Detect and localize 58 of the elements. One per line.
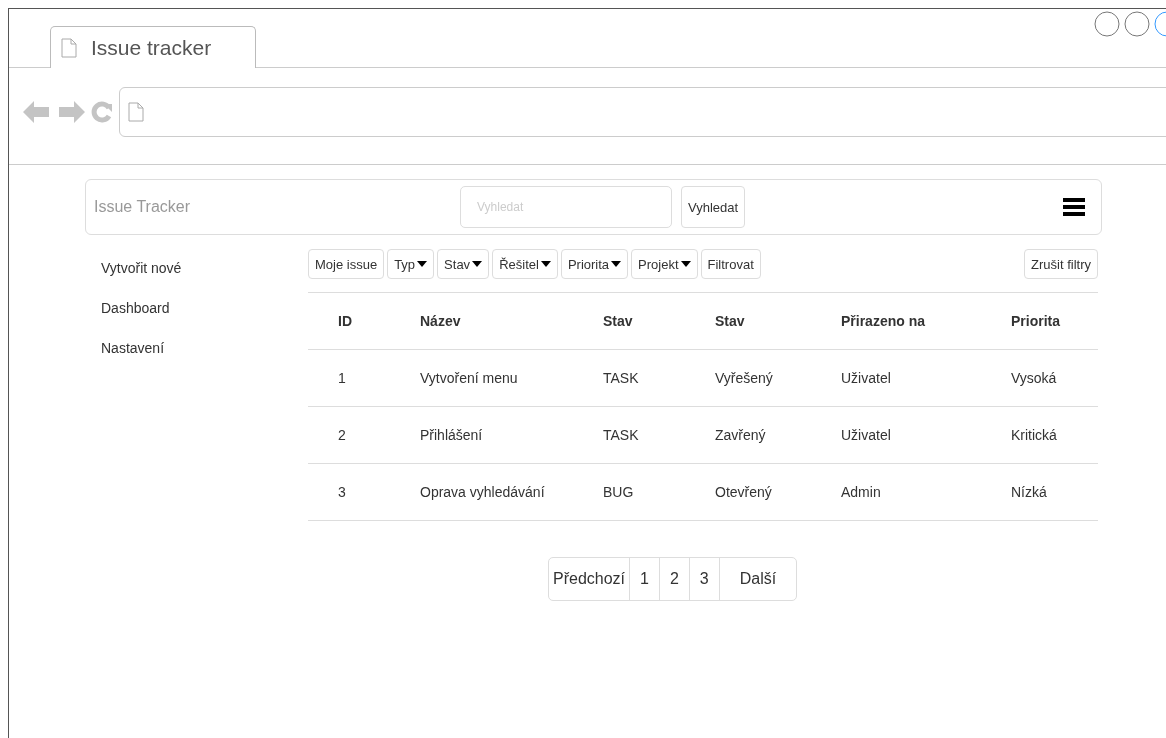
tab-title: Issue tracker (91, 35, 212, 60)
column-header: Priorita (1011, 292, 1098, 350)
table-cell: Zavřený (715, 406, 841, 464)
address-bar[interactable] (119, 87, 1166, 137)
filter-dropdown[interactable]: Projekt (631, 249, 698, 279)
filter-dropdown[interactable]: Stav (437, 249, 490, 279)
caret-icon (417, 261, 428, 267)
table-cell: Kritická (1011, 406, 1098, 464)
table-cell: Vytvoření menu (420, 349, 603, 407)
table-cell: TASK (603, 349, 715, 407)
window-control-icon[interactable] (1094, 11, 1120, 37)
column-header: Přirazeno na (841, 292, 1011, 350)
table-cell: Admin (841, 463, 1011, 521)
caret-icon (611, 261, 622, 267)
window-control-icon[interactable] (1124, 11, 1150, 37)
sidebar-link[interactable]: Dashboard (101, 300, 308, 316)
forward-arrow-icon[interactable] (57, 101, 85, 123)
table-cell: Nízká (1011, 463, 1098, 521)
pagination-link[interactable]: 2 (658, 558, 689, 600)
filter-dropdown[interactable]: Typ (387, 249, 435, 279)
pagination-link[interactable]: 1 (629, 558, 659, 600)
table-cell: Vyřešený (715, 349, 841, 407)
brand-title: Issue Tracker (94, 198, 192, 216)
caret-icon (540, 261, 551, 267)
document-icon (61, 37, 77, 58)
table-cell: Oprava vyhledávání (420, 463, 603, 521)
menu-icon[interactable] (1063, 197, 1085, 217)
column-header: Stav (603, 292, 715, 350)
table-cell: 1 (308, 349, 420, 407)
column-header: ID (308, 292, 420, 350)
caret-icon (680, 261, 691, 267)
pagination-link[interactable]: Další (718, 558, 797, 600)
filter-dropdown[interactable]: Řešitel (492, 249, 558, 279)
search-button[interactable]: Vyhledat (681, 186, 746, 228)
column-header: Stav (715, 292, 841, 350)
pagination-link[interactable]: Předchozí (549, 558, 630, 600)
pagination-link[interactable]: 3 (688, 558, 719, 600)
browser-tab[interactable]: Issue tracker (50, 26, 256, 68)
clear-filters-button[interactable]: Zrušit filtry (1024, 249, 1098, 279)
table-cell: 3 (308, 463, 420, 521)
table-cell: Vysoká (1011, 349, 1098, 407)
filter-button[interactable]: Moje issue (308, 249, 385, 279)
caret-icon (472, 261, 483, 267)
filter-button[interactable]: Filtrovat (700, 249, 761, 279)
table-cell: Otevřený (715, 463, 841, 521)
table-cell: TASK (603, 406, 715, 464)
sidebar-link[interactable]: Nastavení (101, 340, 308, 356)
back-arrow-icon[interactable] (23, 101, 51, 123)
table-cell: BUG (603, 463, 715, 521)
filter-dropdown[interactable]: Priorita (560, 249, 629, 279)
table-cell: Přihlášení (420, 406, 603, 464)
table-cell: 2 (308, 406, 420, 464)
column-header: Název (420, 292, 603, 350)
document-icon (128, 102, 144, 122)
table-cell: Uživatel (841, 406, 1011, 464)
table-cell: Uživatel (841, 349, 1011, 407)
reload-icon[interactable] (91, 101, 113, 123)
sidebar-link[interactable]: Vytvořit nové (101, 260, 308, 276)
